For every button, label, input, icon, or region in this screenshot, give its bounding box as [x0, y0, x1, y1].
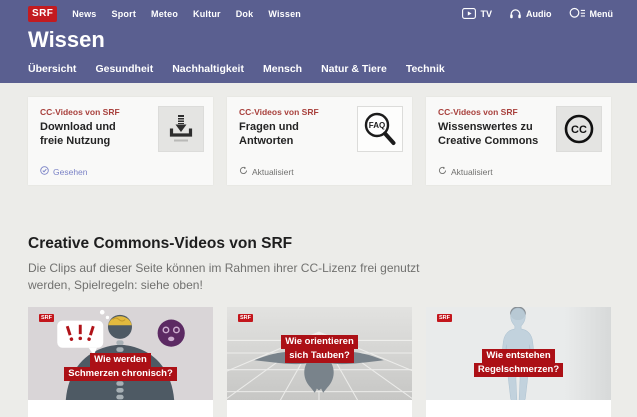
tab-mensch[interactable]: Mensch: [263, 63, 302, 75]
status-label: Gesehen: [53, 166, 88, 177]
nav-item-wissen[interactable]: Wissen: [268, 9, 301, 19]
top-bar-actions: TV Audio Menü: [462, 7, 613, 21]
check-circle-icon: [40, 166, 49, 177]
status-row: Gesehen: [40, 166, 88, 177]
audio-icon: [509, 8, 522, 21]
status-row: Aktualisiert: [239, 166, 294, 177]
video-thumbnail: SRF Wie entstehen Regelschmerzen?: [426, 306, 611, 400]
srf-logo-chip: SRF: [437, 313, 452, 322]
video-title-overlay: Wie werden Schmerzen chronisch?: [28, 352, 213, 382]
video-thumbnail: SRF Wie werden Schmerzen chronisch?: [28, 306, 213, 400]
card-title: Wissenswertes zu Creative Commons: [438, 121, 539, 148]
faq-magnifier-icon: FAQ: [357, 106, 403, 152]
card-faq[interactable]: CC-Videos von SRF Fragen und Antworten F…: [227, 97, 412, 185]
section-description: Die Clips auf dieser Seite können im Rah…: [28, 261, 420, 293]
status-row: Aktualisiert: [438, 166, 493, 177]
creative-commons-icon: CC: [556, 106, 602, 152]
svg-text:FAQ: FAQ: [369, 121, 385, 130]
top-bar: SRF News Sport Meteo Kultur Dok Wissen T…: [0, 0, 637, 22]
video-thumbnail: SRF Wie orientieren sich Tauben?: [227, 306, 412, 400]
refresh-icon: [438, 166, 447, 177]
video-title-line: Wie entstehen: [482, 348, 555, 364]
tv-button[interactable]: TV: [462, 7, 492, 21]
section-nav: Übersicht Gesundheit Nachhaltigkeit Mens…: [28, 63, 637, 75]
menu-button[interactable]: Menü: [569, 7, 614, 21]
tv-label: TV: [480, 9, 492, 19]
section-heading: Creative Commons-Videos von SRF: [28, 235, 293, 252]
nav-item-dok[interactable]: Dok: [236, 9, 254, 19]
nav-item-meteo[interactable]: Meteo: [151, 9, 178, 19]
menu-label: Menü: [589, 9, 614, 19]
refresh-icon: [239, 166, 248, 177]
audio-button[interactable]: Audio: [509, 8, 552, 21]
video-title-overlay: Wie entstehen Regelschmerzen?: [426, 348, 611, 378]
srf-logo-chip: SRF: [39, 313, 54, 322]
nav-item-news[interactable]: News: [72, 9, 96, 19]
tab-nachhaltigkeit[interactable]: Nachhaltigkeit: [172, 63, 244, 75]
status-label: Aktualisiert: [252, 166, 294, 177]
status-label: Aktualisiert: [451, 166, 493, 177]
tv-icon: [462, 7, 477, 21]
tab-natur-tiere[interactable]: Natur & Tiere: [321, 63, 387, 75]
card-title: Download und freie Nutzung: [40, 121, 116, 148]
video-title-line: Wie orientieren: [281, 334, 358, 350]
video-title-line: Wie werden: [90, 352, 151, 368]
video-chronic-pain[interactable]: SRF Wie werden Schmerzen chronisch?: [28, 306, 213, 417]
srf-logo-chip: SRF: [238, 313, 253, 322]
video-title-overlay: Wie orientieren sich Tauben?: [227, 334, 412, 364]
page-title: Wissen: [28, 27, 105, 52]
card-creative-commons[interactable]: CC-Videos von SRF Wissenswertes zu Creat…: [426, 97, 611, 185]
tab-technik[interactable]: Technik: [406, 63, 445, 75]
video-title-line: Schmerzen chronisch?: [64, 367, 177, 382]
video-title-line: sich Tauben?: [285, 349, 354, 364]
cc-videos-section: Creative Commons-Videos von SRF Die Clip…: [28, 235, 611, 295]
srf-logo[interactable]: SRF: [28, 6, 58, 22]
video-pigeons[interactable]: SRF Wie orientieren sich Tauben?: [227, 306, 412, 417]
site-header: SRF News Sport Meteo Kultur Dok Wissen T…: [0, 0, 637, 83]
tab-uebersicht[interactable]: Übersicht: [28, 63, 76, 75]
tab-gesundheit[interactable]: Gesundheit: [95, 63, 153, 75]
search-menu-icon: [569, 7, 586, 21]
audio-label: Audio: [526, 9, 552, 19]
primary-nav: News Sport Meteo Kultur Dok Wissen: [72, 9, 301, 19]
video-period-pain[interactable]: SRF Wie entstehen Regelschmerzen?: [426, 306, 611, 417]
card-title: Fragen und Antworten: [239, 121, 299, 148]
video-title-line: Regelschmerzen?: [473, 363, 564, 378]
svg-text:CC: CC: [571, 124, 587, 136]
nav-item-sport[interactable]: Sport: [112, 9, 137, 19]
video-teaser-row: SRF Wie werden Schmerzen chronisch? SRF …: [0, 295, 637, 417]
teaser-card-row: CC-Videos von SRF Download und freie Nut…: [0, 83, 637, 185]
card-download[interactable]: CC-Videos von SRF Download und freie Nut…: [28, 97, 213, 185]
download-icon: [158, 106, 204, 152]
nav-item-kultur[interactable]: Kultur: [193, 9, 221, 19]
